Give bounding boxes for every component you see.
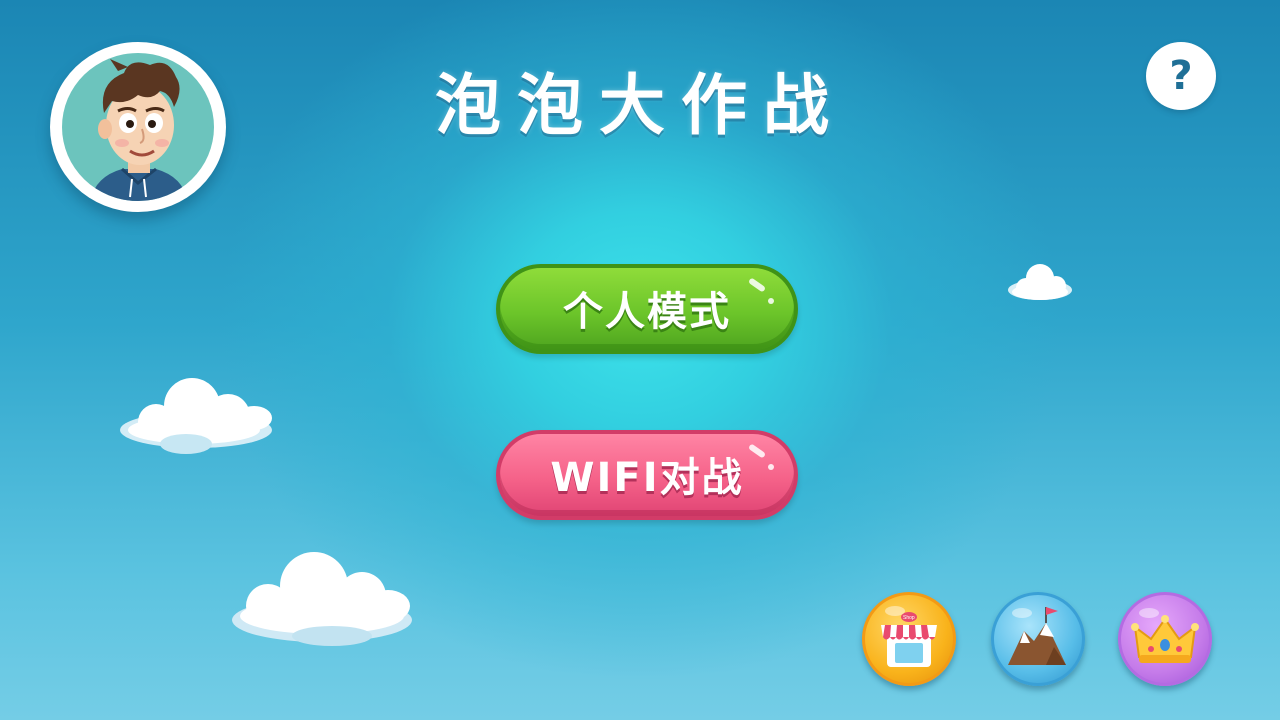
shop-button[interactable]: Shop xyxy=(862,592,956,686)
wifi-battle-button[interactable]: WIFI对战 xyxy=(496,430,798,520)
question-icon: ? xyxy=(1169,53,1193,99)
help-button[interactable]: ? xyxy=(1146,42,1216,110)
gloss-highlight xyxy=(768,298,774,304)
player-avatar-button[interactable] xyxy=(50,42,226,212)
leaderboard-button[interactable] xyxy=(1118,592,1212,686)
wifi-battle-label: WIFI对战 xyxy=(550,455,744,501)
adventure-map-button[interactable] xyxy=(991,592,1085,686)
single-player-mode-button[interactable]: 个人模式 xyxy=(496,264,798,354)
boy-avatar-icon xyxy=(62,53,214,201)
shop-sign-text: Shop xyxy=(903,615,915,621)
gloss-highlight xyxy=(747,277,767,293)
crown-icon xyxy=(1131,608,1199,663)
cloud-decoration xyxy=(120,378,272,454)
gloss-highlight xyxy=(768,464,774,470)
cloud-decoration xyxy=(1008,264,1072,300)
cloud-decoration xyxy=(232,552,412,646)
gloss-highlight xyxy=(747,443,767,459)
shop-icon xyxy=(881,606,937,667)
single-player-mode-label: 个人模式 xyxy=(563,289,731,335)
mountain-flag-icon xyxy=(1008,607,1066,665)
